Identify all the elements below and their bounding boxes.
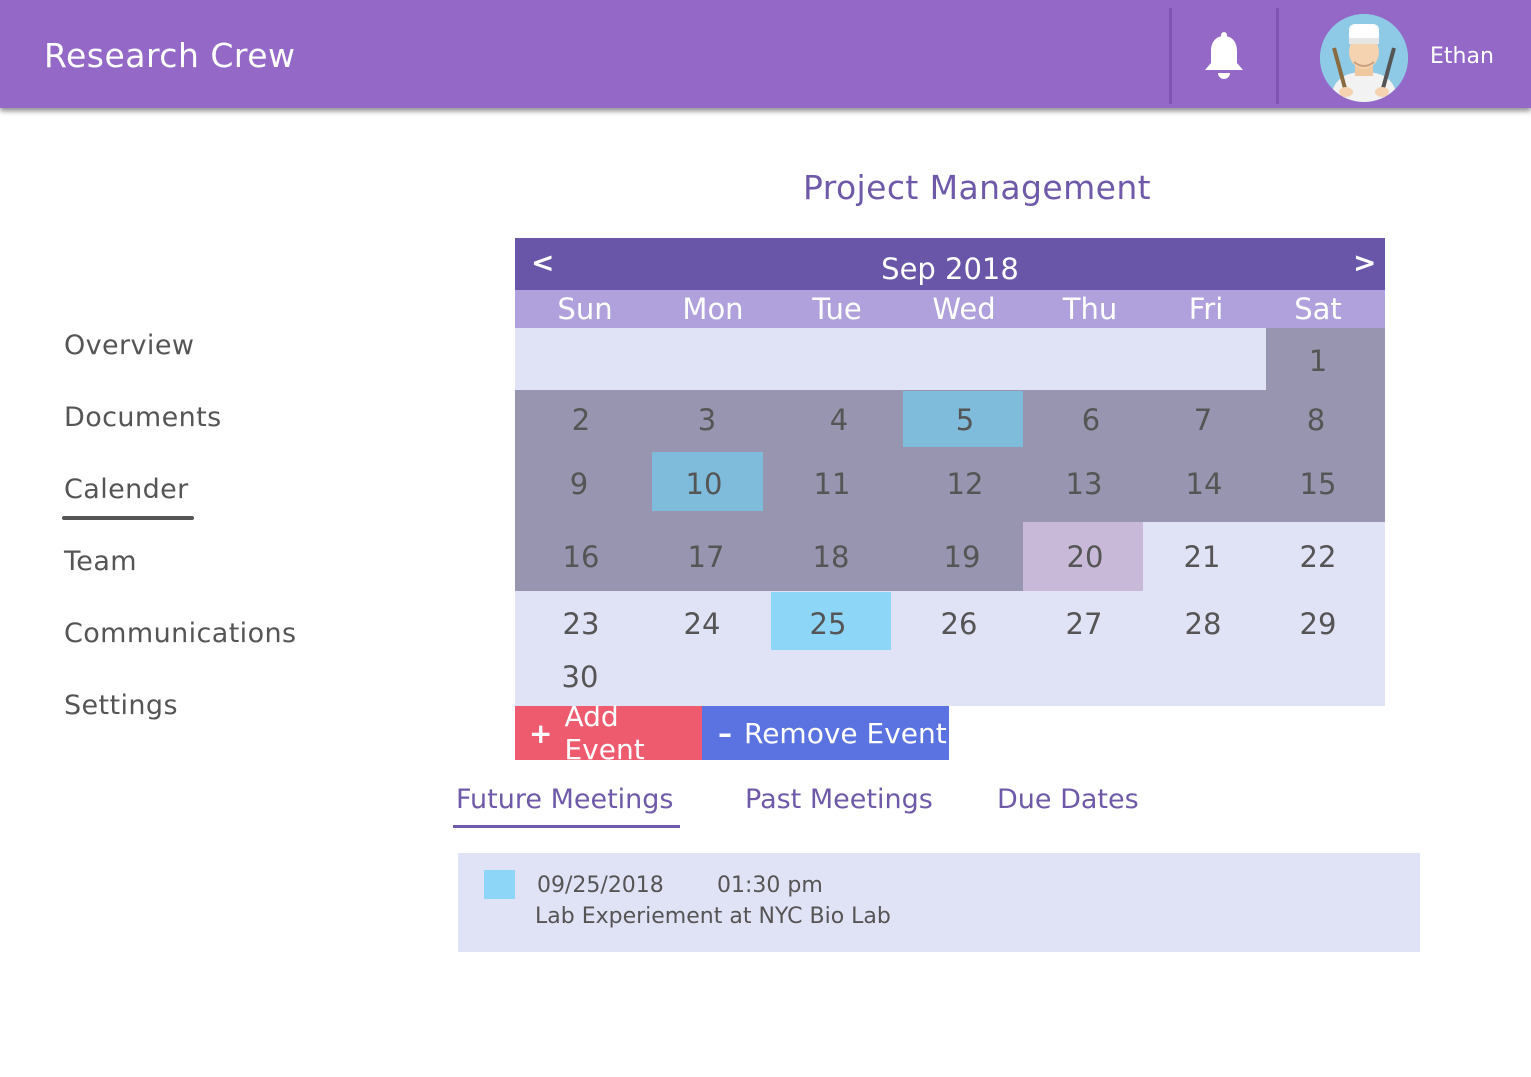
weekday-label: Wed [932,292,996,326]
calendar-day[interactable]: 7 [1141,403,1265,437]
calendar-day[interactable]: 25 [766,607,890,641]
meeting-title: Lab Experiement at NYC Bio Lab [535,904,891,929]
calendar-day[interactable]: 15 [1256,467,1380,501]
calendar-day[interactable]: 17 [644,540,768,574]
calendar-day[interactable]: 8 [1254,403,1378,437]
calendar-day[interactable]: 26 [897,607,1021,641]
page-title: Project Management [803,168,1151,207]
top-bar: Research Crew Ethan [0,0,1531,108]
user-name[interactable]: Ethan [1430,44,1494,69]
meeting-color-swatch [484,870,515,899]
sidebar-item-calender[interactable]: Calender [64,474,189,505]
plus-icon: + [529,716,553,750]
header-divider [1276,8,1279,104]
calendar-day[interactable]: 3 [645,403,769,437]
sidebar-item-communications[interactable]: Communications [64,618,296,649]
calendar-day[interactable]: 4 [777,403,901,437]
sidebar-item-overview[interactable]: Overview [64,330,194,361]
calendar-day[interactable]: 23 [519,607,643,641]
active-tab-indicator [453,825,680,828]
calendar-day[interactable]: 13 [1022,467,1146,501]
remove-event-button[interactable]: – Remove Event [702,706,949,760]
sidebar-item-documents[interactable]: Documents [64,402,222,433]
calendar-day[interactable]: 11 [770,467,894,501]
add-event-button[interactable]: + Add Event [515,700,702,766]
bell-icon[interactable] [1196,30,1252,86]
add-event-label: Add Event [564,700,645,766]
calendar-day[interactable]: 2 [519,403,643,437]
calendar-day[interactable]: 12 [903,467,1027,501]
avatar[interactable] [1320,14,1408,102]
calendar-day[interactable]: 22 [1256,540,1380,574]
sidebar-item-team[interactable]: Team [64,546,137,577]
sidebar-item-settings[interactable]: Settings [64,690,178,721]
meeting-list-item[interactable]: 09/25/2018 01:30 pm Lab Experiement at N… [458,853,1420,952]
calendar-day[interactable]: 29 [1256,607,1380,641]
calendar-day[interactable]: 30 [518,660,642,694]
calendar-day[interactable]: 21 [1140,540,1264,574]
calendar-day[interactable]: 1 [1256,344,1380,378]
calendar-month-label: Sep 2018 [881,252,1019,286]
calendar-day[interactable]: 27 [1022,607,1146,641]
weekday-row: Sun Mon Tue Wed Thu Fri Sat [515,290,1385,328]
calendar-day[interactable]: 5 [903,403,1027,437]
weekday-label: Mon [682,292,744,326]
active-nav-indicator [62,516,194,520]
header-divider [1169,8,1172,104]
tab-past-meetings[interactable]: Past Meetings [745,784,933,815]
calendar-header: < Sep 2018 > [515,238,1385,290]
remove-event-label: Remove Event [744,716,947,750]
weekday-label: Sun [557,292,613,326]
calendar-day[interactable]: 19 [900,540,1024,574]
calendar-day[interactable]: 14 [1142,467,1266,501]
weekday-label: Thu [1062,292,1118,326]
weekday-label: Fri [1188,292,1224,326]
calendar-day[interactable]: 6 [1029,403,1153,437]
weekday-label: Sat [1294,292,1342,326]
calendar-day[interactable]: 18 [769,540,893,574]
weekday-label: Tue [812,292,862,326]
tab-due-dates[interactable]: Due Dates [997,784,1139,815]
calendar-day[interactable]: 10 [642,467,766,501]
tab-future-meetings[interactable]: Future Meetings [456,784,674,815]
calendar-day[interactable]: 28 [1141,607,1265,641]
next-month-button[interactable]: > [1353,246,1376,279]
calendar-day[interactable]: 9 [517,467,641,501]
app-title: Research Crew [44,36,296,75]
calendar-day[interactable]: 20 [1023,540,1147,574]
calendar-day[interactable]: 16 [519,540,643,574]
minus-icon: – [718,716,732,750]
calendar-day[interactable]: 24 [640,607,764,641]
meeting-date: 09/25/2018 [537,873,664,898]
meeting-time: 01:30 pm [717,873,823,898]
